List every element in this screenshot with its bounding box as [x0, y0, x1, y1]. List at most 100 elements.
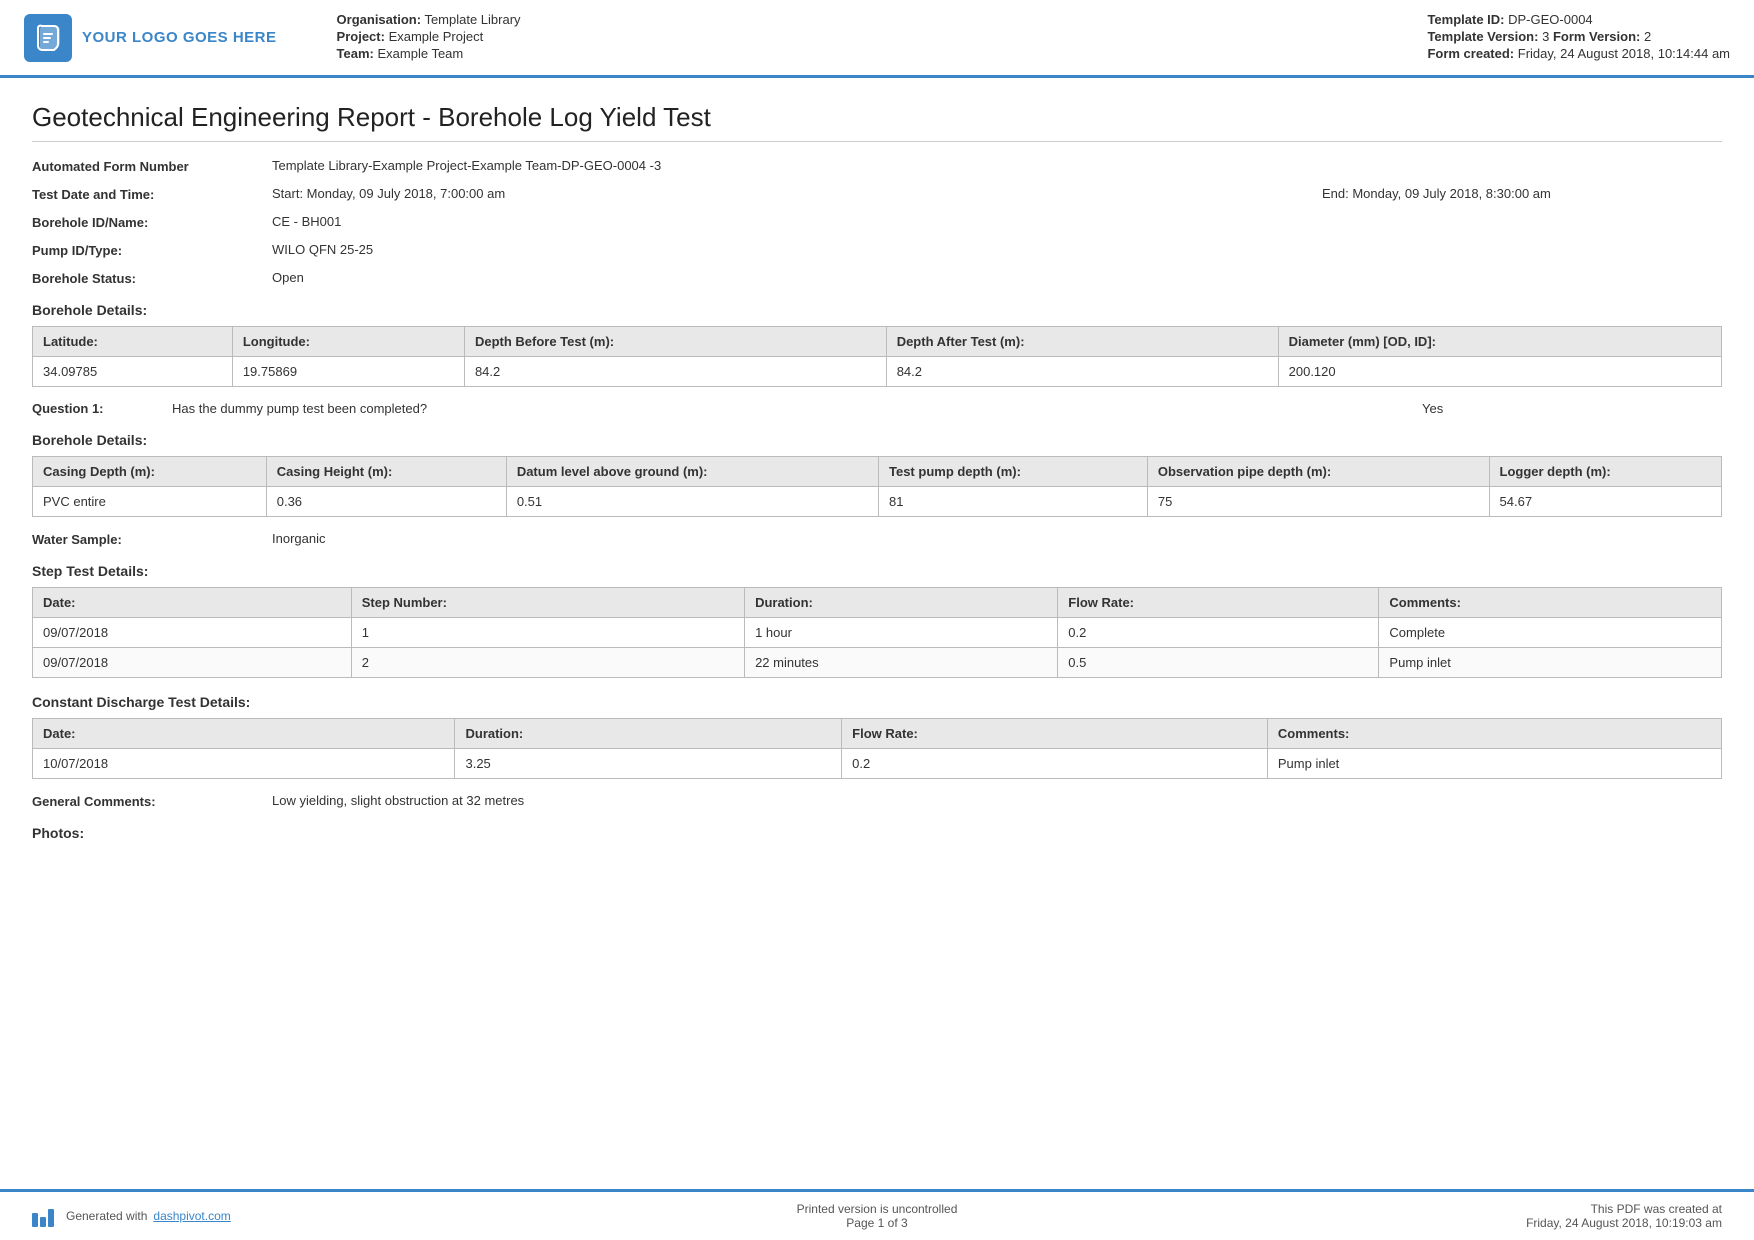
team-label: Team:	[337, 46, 374, 61]
photos-label: Photos:	[32, 825, 1722, 841]
question-1-answer: Yes	[1422, 401, 1722, 416]
col-duration: Duration:	[745, 588, 1058, 618]
col-latitude: Latitude:	[33, 327, 233, 357]
team-line: Team: Example Team	[337, 46, 1408, 61]
form-version-label: Form Version:	[1553, 29, 1640, 44]
generated-with-text: Generated with	[66, 1209, 147, 1223]
water-sample-value: Inorganic	[272, 531, 1722, 546]
col-depth-before: Depth Before Test (m):	[464, 327, 886, 357]
col-logger-depth: Logger depth (m):	[1489, 457, 1721, 487]
borehole-id-value: CE - BH001	[272, 214, 1722, 229]
bar2	[40, 1217, 46, 1227]
pdf-created-label: This PDF was created at	[1422, 1202, 1722, 1216]
borehole-id-label: Borehole ID/Name:	[32, 214, 272, 230]
table-cell: 84.2	[886, 357, 1278, 387]
project-value: Example Project	[389, 29, 484, 44]
pdf-created-value: Friday, 24 August 2018, 10:19:03 am	[1422, 1216, 1722, 1230]
footer-right: This PDF was created at Friday, 24 Augus…	[1422, 1202, 1722, 1230]
bar1	[32, 1213, 38, 1227]
col-depth-after: Depth After Test (m):	[886, 327, 1278, 357]
table-cell: 3.25	[455, 749, 842, 779]
template-version-label: Template Version:	[1427, 29, 1538, 44]
page-total: of 3	[888, 1216, 908, 1230]
pump-id-value: WILO QFN 25-25	[272, 242, 1722, 257]
table-row: PVC entire0.360.51817554.67	[33, 487, 1722, 517]
table-row: 09/07/2018222 minutes0.5Pump inlet	[33, 648, 1722, 678]
step-test-table: Date: Step Number: Duration: Flow Rate: …	[32, 587, 1722, 678]
table-cell: 84.2	[464, 357, 886, 387]
col-comments: Comments:	[1267, 719, 1721, 749]
borehole-id-row: Borehole ID/Name: CE - BH001	[32, 214, 1722, 230]
question-1-text: Has the dummy pump test been completed?	[172, 401, 1422, 416]
table-cell: 09/07/2018	[33, 648, 352, 678]
borehole-status-value: Open	[272, 270, 1722, 285]
table-cell: 0.5	[1058, 648, 1379, 678]
organisation-value: Template Library	[424, 12, 520, 27]
general-comments-label: General Comments:	[32, 793, 272, 809]
table-cell: 10/07/2018	[33, 749, 455, 779]
col-flow-rate: Flow Rate:	[842, 719, 1268, 749]
footer-center: Printed version is uncontrolled Page 1 o…	[797, 1202, 958, 1230]
template-id-label: Template ID:	[1427, 12, 1504, 27]
col-test-pump-depth: Test pump depth (m):	[879, 457, 1148, 487]
dashpivot-link[interactable]: dashpivot.com	[153, 1209, 230, 1223]
table-header-row: Casing Depth (m): Casing Height (m): Dat…	[33, 457, 1722, 487]
borehole-details-2-title: Borehole Details:	[32, 432, 1722, 448]
borehole-status-label: Borehole Status:	[32, 270, 272, 286]
water-sample-row: Water Sample: Inorganic	[32, 531, 1722, 547]
page-header: YOUR LOGO GOES HERE Organisation: Templa…	[0, 0, 1754, 78]
table-cell: Complete	[1379, 618, 1722, 648]
table-cell: 0.2	[1058, 618, 1379, 648]
borehole-details-1-title: Borehole Details:	[32, 302, 1722, 318]
print-notice: Printed version is uncontrolled	[797, 1202, 958, 1216]
test-date-label: Test Date and Time:	[32, 186, 272, 202]
borehole-status-row: Borehole Status: Open	[32, 270, 1722, 286]
table-cell: Pump inlet	[1379, 648, 1722, 678]
form-version-value: 2	[1644, 29, 1651, 44]
team-value: Example Team	[377, 46, 463, 61]
general-comments-value: Low yielding, slight obstruction at 32 m…	[272, 793, 1722, 808]
water-sample-label: Water Sample:	[32, 531, 272, 547]
table-cell: 34.09785	[33, 357, 233, 387]
project-line: Project: Example Project	[337, 29, 1408, 44]
step-test-title: Step Test Details:	[32, 563, 1722, 579]
logo-text: YOUR LOGO GOES HERE	[82, 29, 277, 46]
form-created-value: Friday, 24 August 2018, 10:14:44 am	[1518, 46, 1730, 61]
test-date-row: Test Date and Time: Start: Monday, 09 Ju…	[32, 186, 1722, 202]
template-version-value: 3	[1542, 29, 1549, 44]
test-date-end: End: Monday, 09 July 2018, 8:30:00 am	[1322, 186, 1722, 201]
table-cell: 1	[351, 618, 744, 648]
col-date: Date:	[33, 719, 455, 749]
logo-icon	[24, 14, 72, 62]
page-label: Page 1	[846, 1216, 884, 1230]
table-cell: 0.2	[842, 749, 1268, 779]
table-cell: 1 hour	[745, 618, 1058, 648]
version-line: Template Version: 3 Form Version: 2	[1427, 29, 1730, 44]
table-header-row: Date: Step Number: Duration: Flow Rate: …	[33, 588, 1722, 618]
table-cell: 19.75869	[232, 357, 464, 387]
col-flow-rate: Flow Rate:	[1058, 588, 1379, 618]
col-casing-height: Casing Height (m):	[266, 457, 506, 487]
table-cell: 22 minutes	[745, 648, 1058, 678]
col-longitude: Longitude:	[232, 327, 464, 357]
table-cell: PVC entire	[33, 487, 267, 517]
footer-logo-icon	[32, 1205, 60, 1227]
table-header-row: Date: Duration: Flow Rate: Comments:	[33, 719, 1722, 749]
table-row: 10/07/20183.250.2Pump inlet	[33, 749, 1722, 779]
organisation-label: Organisation:	[337, 12, 422, 27]
page-info: Page 1 of 3	[797, 1216, 958, 1230]
header-right: Template ID: DP-GEO-0004 Template Versio…	[1427, 12, 1730, 63]
constant-discharge-table: Date: Duration: Flow Rate: Comments: 10/…	[32, 718, 1722, 779]
bar3	[48, 1209, 54, 1227]
table-cell: 09/07/2018	[33, 618, 352, 648]
col-date: Date:	[33, 588, 352, 618]
test-date-start: Start: Monday, 09 July 2018, 7:00:00 am	[272, 186, 1322, 201]
automated-form-row: Automated Form Number Template Library-E…	[32, 158, 1722, 174]
table-row: 34.0978519.7586984.284.2200.120	[33, 357, 1722, 387]
project-label: Project:	[337, 29, 385, 44]
col-diameter: Diameter (mm) [OD, ID]:	[1278, 327, 1721, 357]
template-id-value: DP-GEO-0004	[1508, 12, 1593, 27]
template-id-line: Template ID: DP-GEO-0004	[1427, 12, 1730, 27]
table-cell: 0.51	[506, 487, 878, 517]
question-1-row: Question 1: Has the dummy pump test been…	[32, 401, 1722, 416]
